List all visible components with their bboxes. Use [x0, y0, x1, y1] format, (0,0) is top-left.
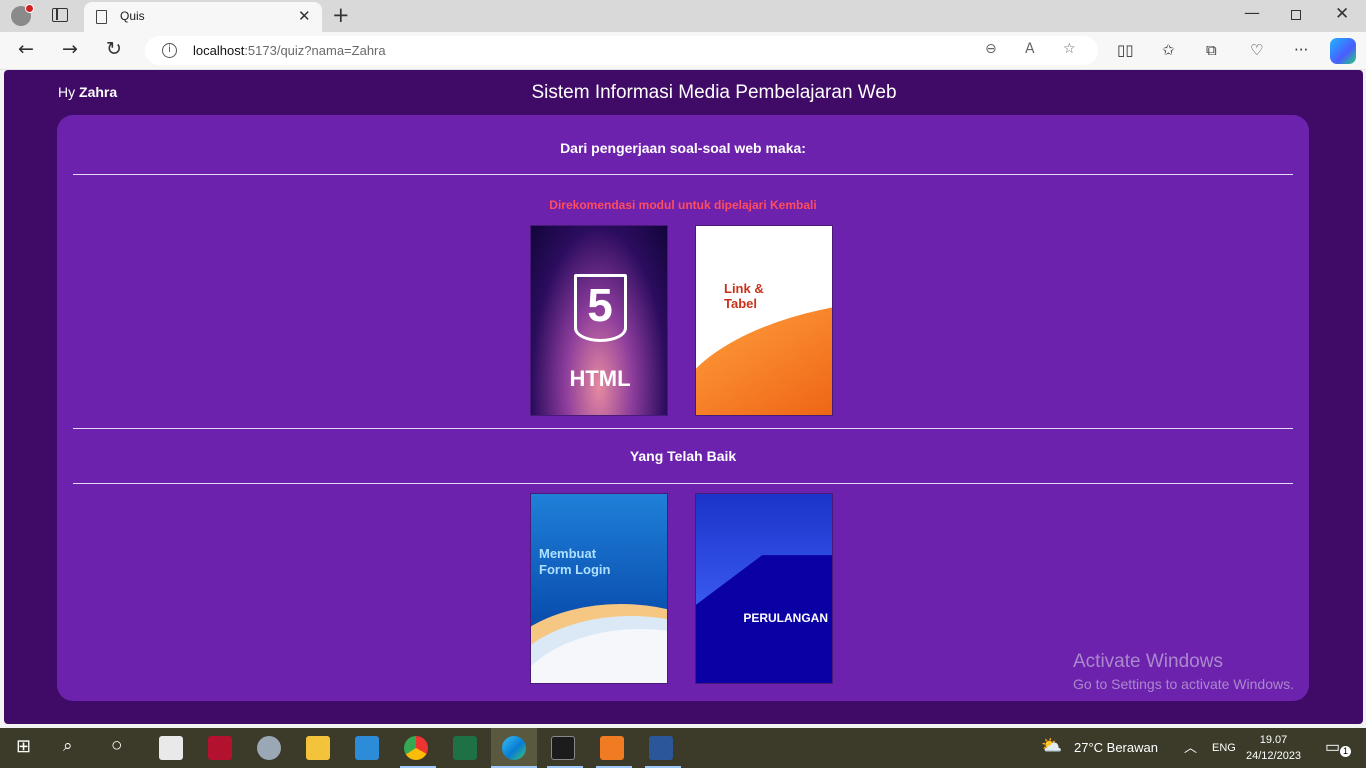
watermark-title: Activate Windows — [1073, 651, 1223, 672]
split-screen-icon[interactable]: ▯▯ — [1117, 41, 1134, 59]
activation-watermark: Activate Windows Go to Settings to activ… — [1073, 651, 1294, 692]
clock[interactable]: 19.07 24/12/2023 — [1246, 732, 1301, 764]
language-indicator[interactable]: ENG — [1212, 742, 1236, 754]
module-card-link-tabel[interactable]: Link & Tabel — [695, 225, 833, 416]
favorites-icon[interactable]: ✩ — [1162, 41, 1175, 59]
read-aloud-icon[interactable]: A — [1025, 41, 1035, 57]
more-icon[interactable]: ··· — [1294, 41, 1308, 59]
windows-taskbar: ⊞ ⌕ ○ ⛅ 27°C Berawan ︿ ENG 19.07 24/12/2… — [0, 728, 1366, 768]
copilot-icon[interactable] — [1330, 38, 1356, 64]
terminal-icon[interactable] — [551, 736, 575, 760]
result-heading: Dari pengerjaan soal-soal web maka: — [560, 140, 806, 156]
module-title: PERULANGAN — [743, 611, 828, 625]
mendeley-icon[interactable] — [208, 736, 232, 760]
module-card-perulangan[interactable]: PERULANGAN — [695, 493, 833, 684]
divider — [73, 174, 1293, 175]
watermark-subtitle: Go to Settings to activate Windows. — [1073, 676, 1294, 692]
weather-text[interactable]: 27°C Berawan — [1074, 740, 1158, 755]
edge-icon[interactable] — [502, 736, 526, 760]
tray-chevron-icon[interactable]: ︿ — [1184, 737, 1197, 756]
blue-band-decoration — [696, 555, 832, 683]
task-view-icon[interactable]: ○ — [111, 735, 122, 757]
favorite-star-icon[interactable]: ☆ — [1063, 41, 1076, 57]
file-explorer-icon[interactable] — [306, 736, 330, 760]
clock-time: 19.07 — [1259, 734, 1288, 746]
clock-date: 24/12/2023 — [1246, 750, 1302, 762]
search-icon[interactable]: ⌕ — [63, 736, 73, 756]
minimize-icon[interactable]: — — [1244, 3, 1260, 22]
good-heading: Yang Telah Baik — [629, 448, 737, 464]
back-icon[interactable]: ← — [18, 38, 34, 60]
notifications-icon[interactable]: ▭ — [1325, 737, 1340, 757]
browser-titlebar: Quis ✕ + — ✕ — [0, 0, 1366, 32]
module-title: Membuat Form Login — [539, 546, 611, 577]
browser-essentials-icon[interactable]: ♡ — [1250, 41, 1263, 59]
close-tab-icon[interactable]: ✕ — [298, 7, 311, 25]
page-container: Hy Zahra Sistem Informasi Media Pembelaj… — [4, 70, 1363, 724]
maximize-icon[interactable] — [1291, 10, 1301, 20]
chrome-icon[interactable] — [404, 736, 428, 760]
new-tab-button[interactable]: + — [332, 3, 350, 27]
result-card: Dari pengerjaan soal-soal web maka: Dire… — [57, 115, 1309, 701]
excel-icon[interactable] — [453, 736, 477, 760]
module-title: HTML — [569, 366, 631, 391]
xampp-icon[interactable] — [600, 736, 624, 760]
html5-number: 5 — [587, 279, 613, 331]
module-card-form-login[interactable]: Membuat Form Login — [530, 493, 668, 684]
divider — [73, 428, 1293, 429]
app-icon[interactable] — [257, 736, 281, 760]
url-text: localhost:5173/quiz?nama=Zahra — [193, 43, 386, 58]
profile-icon[interactable] — [11, 4, 34, 26]
forward-icon[interactable]: → — [62, 38, 78, 60]
divider — [73, 483, 1293, 484]
browser-tab[interactable]: Quis ✕ — [84, 2, 322, 32]
window-close-icon[interactable]: ✕ — [1335, 4, 1349, 24]
start-icon[interactable]: ⊞ — [16, 736, 31, 757]
site-title: Sistem Informasi Media Pembelajaran Web — [531, 82, 897, 103]
page-icon — [96, 10, 107, 24]
tab-title: Quis — [120, 9, 145, 23]
module-card-html[interactable]: 5 HTML — [530, 225, 668, 416]
collections-icon[interactable]: ⧉ — [1206, 41, 1217, 59]
recommend-label: Direkomendasi modul untuk dipelajari Kem… — [549, 198, 817, 212]
notification-count: 1 — [1340, 746, 1351, 757]
weather-icon[interactable]: ⛅ — [1041, 736, 1062, 756]
store-icon[interactable] — [159, 736, 183, 760]
address-bar[interactable]: i localhost:5173/quiz?nama=Zahra ⊖ A ☆ — [145, 36, 1098, 65]
tab-actions-icon[interactable] — [52, 8, 68, 22]
zoom-icon[interactable]: ⊖ — [985, 41, 997, 57]
mail-icon[interactable] — [355, 736, 379, 760]
browser-toolbar: ← → ↻ i localhost:5173/quiz?nama=Zahra ⊖… — [0, 32, 1366, 70]
site-info-icon[interactable]: i — [162, 43, 177, 58]
word-icon[interactable] — [649, 736, 673, 760]
orange-wave-decoration — [696, 301, 832, 415]
refresh-icon[interactable]: ↻ — [106, 38, 122, 60]
module-title: Link & Tabel — [724, 281, 764, 311]
